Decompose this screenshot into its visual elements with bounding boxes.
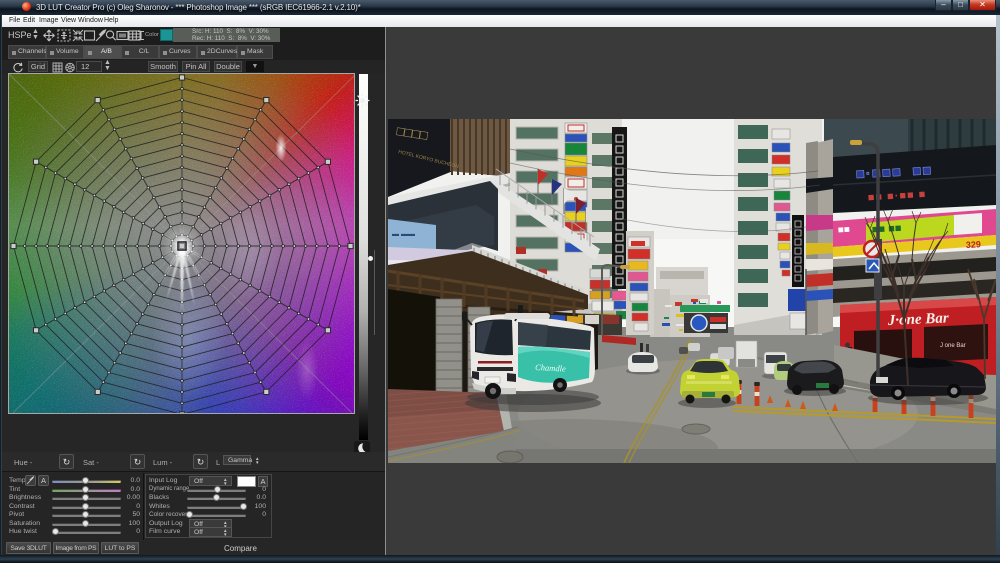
svg-text:J one Bar: J one Bar xyxy=(940,343,966,349)
svg-text:329: 329 xyxy=(966,239,982,250)
svg-text:Chamdle: Chamdle xyxy=(535,362,566,374)
svg-text:■■ ■■: ■■ ■■ xyxy=(872,222,902,236)
svg-text:■■: ■■ xyxy=(838,224,851,236)
svg-text:J·one Bar: J·one Bar xyxy=(886,310,949,329)
svg-text:▬ ▬▬: ▬ ▬▬ xyxy=(392,231,415,238)
